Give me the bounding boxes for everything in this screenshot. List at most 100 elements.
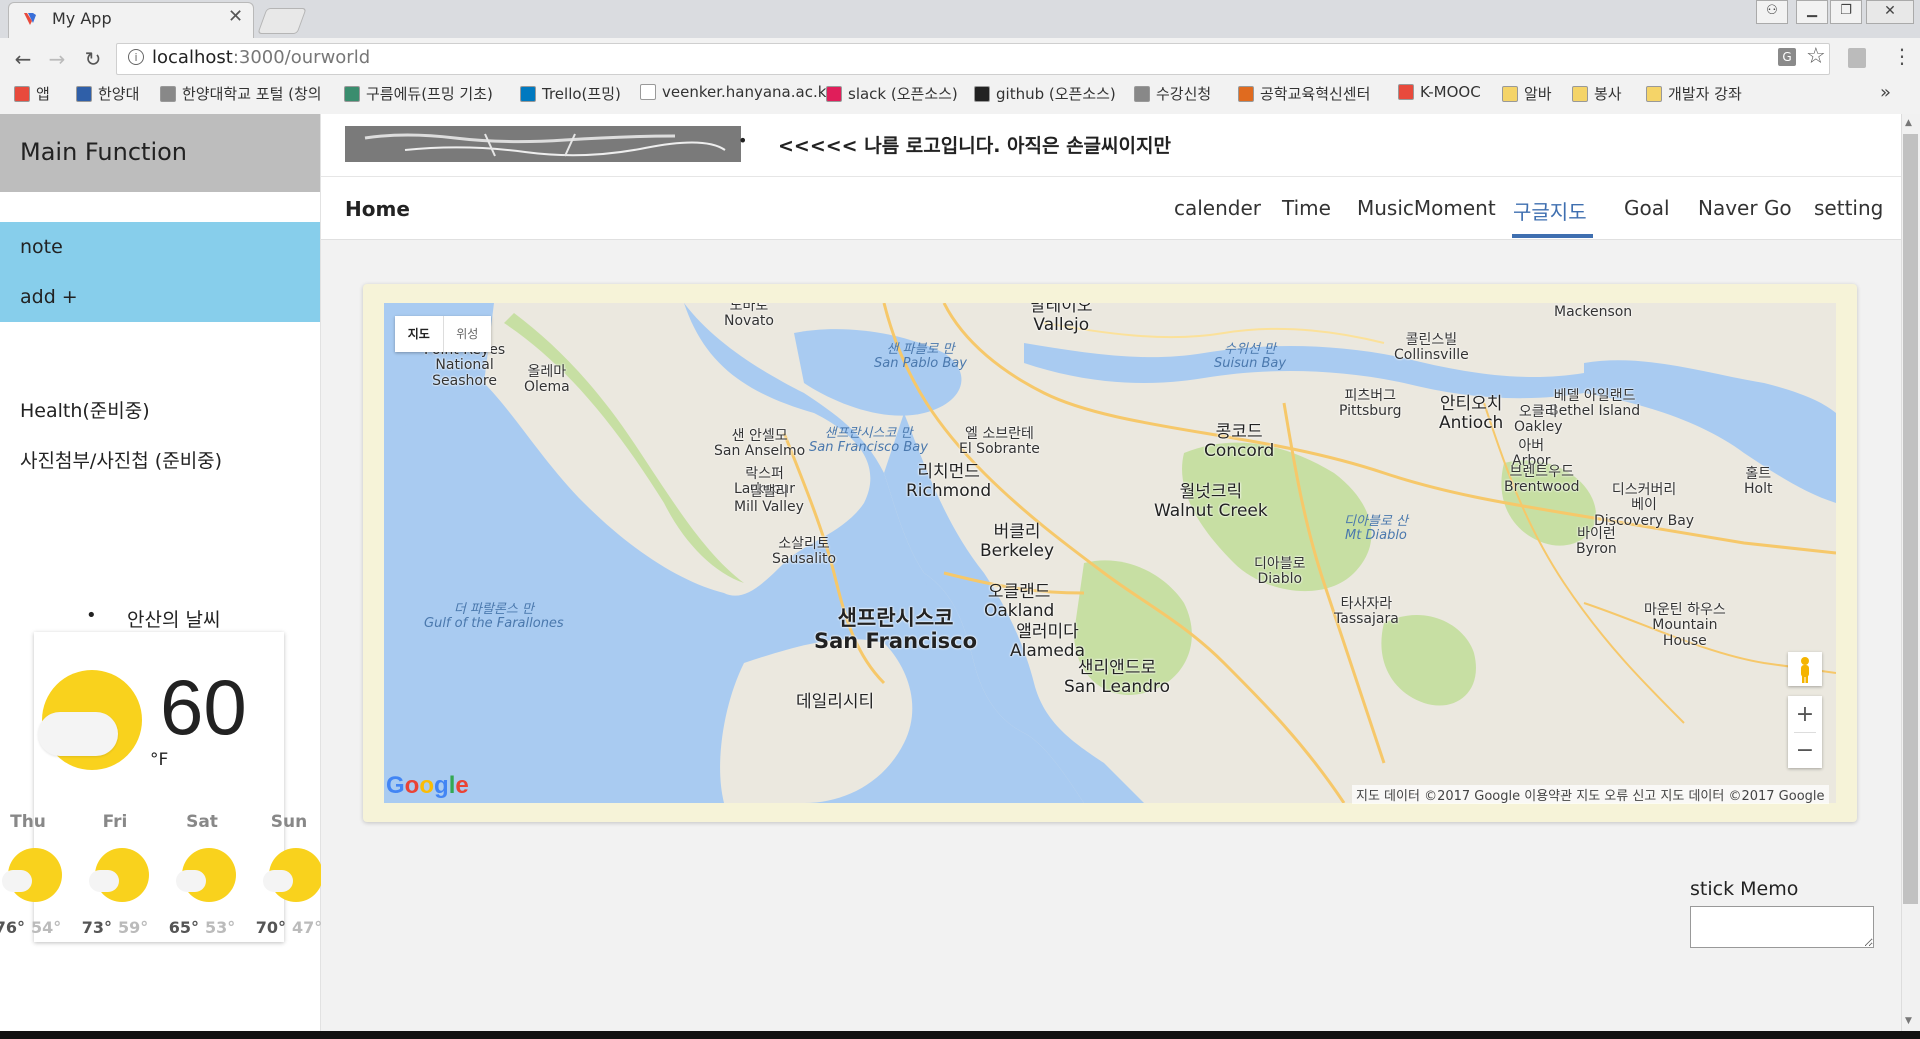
bookmark-label: 봉사 [1594, 85, 1622, 103]
google-map[interactable]: 노바토 Novato 발레이오 Vallejo Mackenson 콜린스빌 Coll… [384, 303, 1836, 803]
minimize-icon[interactable]: ▁ [1796, 0, 1828, 24]
map-type-satellite[interactable]: 위성 [444, 316, 492, 352]
map-type-control[interactable]: 지도 위성 [395, 316, 491, 352]
bookmark-item[interactable]: 개발자 강좌 [1646, 83, 1742, 104]
scroll-up-icon[interactable]: ▲ [1905, 118, 1912, 128]
sidebar-item-add[interactable]: add + [20, 286, 78, 308]
bookmark-item[interactable]: slack (오픈소스) [826, 83, 958, 104]
forecast-low: 54° [31, 918, 62, 937]
bookmark-item[interactable]: 봉사 [1572, 83, 1622, 104]
nav-setting[interactable]: setting [1814, 196, 1883, 220]
bookmark-label: 한양대학교 포털 (창의 [182, 85, 322, 103]
restore-icon[interactable]: ❐ [1830, 0, 1862, 24]
nav-home[interactable]: Home [345, 197, 410, 221]
street-view-pegman-icon[interactable] [1788, 652, 1822, 686]
scroll-thumb[interactable] [1903, 134, 1918, 904]
map-label-mountain-house: 마운틴 하우스 Mountain House [1644, 602, 1726, 649]
nav-google-map[interactable]: 구글지도 [1513, 196, 1587, 225]
os-taskbar [0, 1031, 1920, 1039]
sidebar-title: Main Function [20, 138, 188, 166]
map-label-el-sobrante: 엘 소브란테 El Sobrante [959, 426, 1040, 458]
map-label-san-pablo-bay: 샌 파블로 만 San Pablo Bay [874, 342, 967, 372]
sidebar-item-photos[interactable]: 사진첨부/사진첩 (준비중) [20, 446, 222, 473]
map-label-richmond: 리치먼드 Richmond [906, 462, 992, 501]
forecast-temps: 73° 59° [70, 918, 160, 937]
forecast-low: 53° [205, 918, 236, 937]
bookmark-label: 한양대 [98, 85, 140, 103]
sidebar-item-note[interactable]: note [20, 236, 63, 258]
browser-menu-icon[interactable]: ⋮ [1892, 44, 1912, 68]
bookmark-label: 앱 [36, 85, 50, 103]
back-icon[interactable]: ← [10, 46, 36, 72]
forecast-temps: 65° 53° [157, 918, 247, 937]
url-text[interactable]: localhost:3000/ourworld [152, 47, 370, 68]
nav-calender[interactable]: calender [1174, 196, 1261, 220]
bookmark-icon [1572, 85, 1588, 102]
map-label-oakland: 오클랜드 Oakland [984, 582, 1055, 621]
forecast-low: 59° [118, 918, 149, 937]
map-label-alameda: 앨러미다 Alameda [1010, 622, 1085, 661]
nav-time[interactable]: Time [1282, 196, 1331, 220]
bookmark-item[interactable]: 한양대학교 포털 (창의 [160, 83, 322, 104]
map-label-brentwood: 브렌트우드 Brentwood [1504, 464, 1580, 496]
reload-icon[interactable]: ↻ [80, 46, 106, 72]
forward-icon[interactable]: → [44, 46, 70, 72]
map-label-antioch: 안티오치 Antioch [1439, 394, 1504, 433]
sidebar-item-health[interactable]: Health(준비중) [20, 396, 150, 423]
forecast-day: Sun [270, 812, 308, 832]
bookmark-icon [1134, 85, 1150, 102]
map-label-san-francisco: 샌프란시스코 San Francisco [814, 606, 978, 654]
cloud-icon [38, 712, 118, 756]
map-attribution[interactable]: 지도 데이터 ©2017 Google 이용약관 지도 오류 신고 지도 데이터… [1352, 785, 1829, 804]
bookmark-item[interactable]: 공학교육혁신센터 [1238, 83, 1370, 104]
forecast-cloud-icon [263, 870, 293, 892]
nav-goal[interactable]: Goal [1624, 196, 1670, 220]
stick-memo-input[interactable] [1690, 906, 1874, 948]
bookmark-item[interactable]: 수강신청 [1134, 83, 1211, 104]
window-close-icon[interactable]: ✕ [1866, 0, 1914, 24]
extension-icon[interactable] [1848, 48, 1866, 68]
map-label-diablo: 디아블로 Diablo [1254, 556, 1306, 588]
translate-icon[interactable]: G [1778, 48, 1796, 66]
forecast-day: Fri [102, 812, 128, 832]
map-terrain [384, 303, 1836, 803]
profile-icon[interactable]: ⚇ [1756, 0, 1788, 24]
map-label-oakley: 오클리 Oakley [1514, 404, 1563, 436]
tab-close-icon[interactable]: ✕ [228, 6, 243, 27]
bookmark-icon [1646, 85, 1662, 102]
map-type-map[interactable]: 지도 [395, 316, 444, 352]
bookmark-icon [1398, 84, 1414, 100]
bookmark-item[interactable]: K-MOOC [1398, 83, 1481, 101]
forecast-high: 76° [0, 918, 25, 937]
bookmark-icon [520, 85, 536, 102]
bookmark-label: 공학교육혁신센터 [1260, 85, 1371, 103]
more-bookmarks-icon[interactable]: » [1880, 82, 1891, 103]
bookmark-label: slack (오픈소스) [848, 85, 958, 103]
bookmark-item[interactable]: github (오픈소스) [974, 83, 1116, 104]
forecast-high: 70° [255, 918, 286, 937]
browser-tab[interactable] [8, 2, 254, 39]
bookmark-item[interactable]: Trello(프밍) [520, 83, 621, 104]
bookmark-item[interactable]: 한양대 [76, 83, 139, 104]
address-bar[interactable] [116, 43, 1830, 75]
map-label-collinsville: 콜린스빌 Collinsville [1394, 332, 1469, 364]
map-label-walnut-creek: 월넛크릭 Walnut Creek [1154, 482, 1268, 521]
nav-musicmoment[interactable]: MusicMoment [1357, 196, 1496, 220]
scroll-down-icon[interactable]: ▼ [1905, 1016, 1912, 1026]
zoom-out-button[interactable]: − [1788, 733, 1822, 769]
site-info-icon[interactable]: i [128, 49, 144, 65]
bookmark-item[interactable]: 구름에듀(프밍 기초) [344, 83, 493, 104]
map-label-mackenson: Mackenson [1554, 304, 1633, 320]
nav-naver-go[interactable]: Naver Go [1698, 196, 1792, 220]
map-label-sausalito: 소살리토 Sausalito [772, 536, 837, 568]
bookmark-item[interactable]: 앱 [14, 83, 50, 104]
temperature-unit: °F [150, 750, 169, 770]
bookmark-item[interactable]: veenker.hanyana.ac.k [640, 83, 826, 101]
bookmark-star-icon[interactable]: ☆ [1806, 44, 1826, 69]
map-label-concord: 콩코드 Concord [1204, 422, 1275, 461]
bullet: • [738, 131, 748, 150]
bookmark-item[interactable]: 알바 [1502, 83, 1552, 104]
zoom-in-button[interactable]: + [1788, 697, 1822, 733]
forecast-cloud-icon [2, 870, 32, 892]
map-label-suisun-bay: 수위선 만 Suisun Bay [1214, 342, 1287, 372]
